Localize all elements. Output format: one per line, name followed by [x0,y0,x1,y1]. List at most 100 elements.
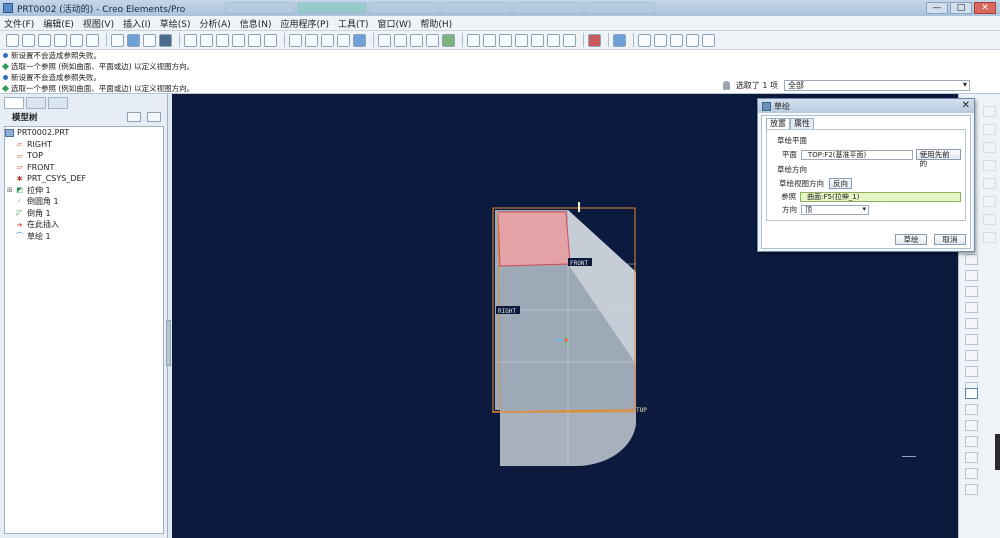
email-link-icon[interactable] [86,33,99,47]
appearance-sphere-icon[interactable] [159,33,172,47]
datum-label-top[interactable]: TOP [636,407,647,414]
datum-label-right[interactable]: RIGHT [498,308,516,315]
selection-filter-icon[interactable] [127,33,140,47]
flip-direction-button[interactable]: 反向 [829,178,852,189]
sketch-dimension-icon[interactable] [965,420,978,431]
annotation-toggle-icon[interactable] [442,33,455,47]
minimize-button[interactable]: — [926,2,948,14]
menu-window[interactable]: 窗口(W) [377,17,411,30]
menu-insert[interactable]: 插入(I) [123,17,151,30]
favorites-tab[interactable] [48,97,68,109]
shading-icon[interactable] [337,33,350,47]
panel-resize-handle[interactable] [166,320,171,366]
email-icon[interactable] [70,33,83,47]
model-tree-tab[interactable] [4,97,24,109]
reference-field[interactable]: 曲面:F5(拉伸_1) [800,191,961,202]
sketch-point-icon[interactable] [965,350,978,361]
sketch-fillet-icon[interactable] [965,318,978,329]
sketch-palette-icon[interactable] [965,484,978,495]
tree-item-extrude[interactable]: ⊞ ◩ 拉伸 1 [5,185,163,197]
menu-view[interactable]: 视图(V) [83,17,114,30]
tree-show-icon[interactable] [147,112,161,122]
new-file-icon[interactable] [6,33,19,47]
datum-planes-toggle-icon[interactable] [378,33,391,47]
menu-help[interactable]: 帮助(H) [420,17,452,30]
sketch-spline-icon[interactable] [965,334,978,345]
selected-face-highlight[interactable] [497,211,571,267]
view-spin-icon[interactable] [499,33,512,47]
view-flip-icon[interactable] [515,33,528,47]
menu-sketch[interactable]: 草绘(S) [160,17,191,30]
cancel-button[interactable]: 取消 [934,234,966,245]
tab-placement[interactable]: 放置 [766,118,790,129]
sketch-trim-icon[interactable] [965,452,978,463]
folder-browser-tab[interactable] [26,97,46,109]
menu-analysis[interactable]: 分析(A) [200,17,231,30]
tree-item-csys[interactable]: ✱ PRT_CSYS_DEF [5,173,163,185]
view-manager-icon[interactable] [467,33,480,47]
view-fit-icon[interactable] [531,33,544,47]
csys-toggle-icon[interactable] [426,33,439,47]
enhanced-realism-icon[interactable] [353,33,366,47]
sketch-plane-field[interactable]: TOP:F2(基准平面) [800,149,913,160]
sketch-mirror-icon[interactable] [965,468,978,479]
zoom-out-icon[interactable] [200,33,213,47]
menu-edit[interactable]: 编辑(E) [43,17,74,30]
sketch-mode-icon[interactable] [965,388,978,399]
tree-settings-icon[interactable] [127,112,141,122]
sketch-modify-icon[interactable] [965,436,978,447]
datum-label-front[interactable]: FRONT [570,260,588,267]
tree-item-round[interactable]: ◜ 倒圆角 1 [5,196,163,208]
menu-info[interactable]: 信息(N) [240,17,272,30]
wireframe-icon[interactable] [289,33,302,47]
toolbar-grip[interactable] [995,434,1000,470]
appearance-gallery-icon[interactable] [143,33,156,47]
sketch-rectangle-icon[interactable] [965,270,978,281]
reorient-icon[interactable] [232,33,245,47]
tab-properties[interactable]: 属性 [790,118,814,129]
selection-filter-dropdown[interactable]: 全部 [784,80,970,91]
zoom-in-icon[interactable] [184,33,197,47]
menu-tools[interactable]: 工具(T) [338,17,369,30]
layers-icon[interactable] [264,33,277,47]
view-section-icon[interactable] [547,33,560,47]
sketch-arc-icon[interactable] [965,302,978,313]
tree-item-right[interactable]: ▱ RIGHT [5,139,163,151]
expand-icon[interactable]: ⊞ [7,186,14,194]
sketch-ok-button[interactable]: 草绘 [895,234,927,245]
no-hidden-icon[interactable] [321,33,334,47]
dialog-close-icon[interactable]: ✕ [962,101,970,111]
tree-item-sketch[interactable]: ⌒ 草绘 1 [5,231,163,243]
sketch-check-icon[interactable] [965,366,978,377]
saved-views-icon[interactable] [248,33,261,47]
direction-dropdown[interactable]: 顶 [801,204,869,215]
menu-file[interactable]: 文件(F) [4,17,34,30]
status-bulb-icon[interactable] [722,81,730,90]
sketch-constraint-icon[interactable] [965,404,978,415]
open-file-icon[interactable] [22,33,35,47]
tree-item-top[interactable]: ▱ TOP [5,150,163,162]
tree-item-front[interactable]: ▱ FRONT [5,162,163,174]
save-icon[interactable] [38,33,51,47]
tree-item-part[interactable]: PRT0002.PRT [5,127,163,139]
dialog-title-bar[interactable]: 草绘 ✕ [758,99,974,113]
print-icon[interactable] [54,33,67,47]
use-previous-button[interactable]: 使用先前的 [915,149,961,168]
close-button[interactable]: ✕ [974,2,996,14]
regenerate-icon[interactable] [111,33,124,47]
sketch-circle-icon[interactable] [965,286,978,297]
menu-applications[interactable]: 应用程序(P) [281,17,329,30]
hidden-line-icon[interactable] [305,33,318,47]
datum-points-toggle-icon[interactable] [410,33,423,47]
maximize-button[interactable]: □ [950,2,972,14]
refit-icon[interactable] [216,33,229,47]
tree-item-chamfer[interactable]: ◸ 倒角 1 [5,208,163,220]
view-pan-icon[interactable] [483,33,496,47]
sketch-tool-icon[interactable] [588,33,601,47]
selection-count: 选取了 1 项 [735,81,778,90]
sketch-line-icon[interactable] [965,254,978,265]
datum-axes-toggle-icon[interactable] [394,33,407,47]
tree-item-insert-here[interactable]: ➔ 在此插入 [5,219,163,231]
view-explode-icon[interactable] [563,33,576,47]
context-help-icon[interactable] [613,33,626,47]
